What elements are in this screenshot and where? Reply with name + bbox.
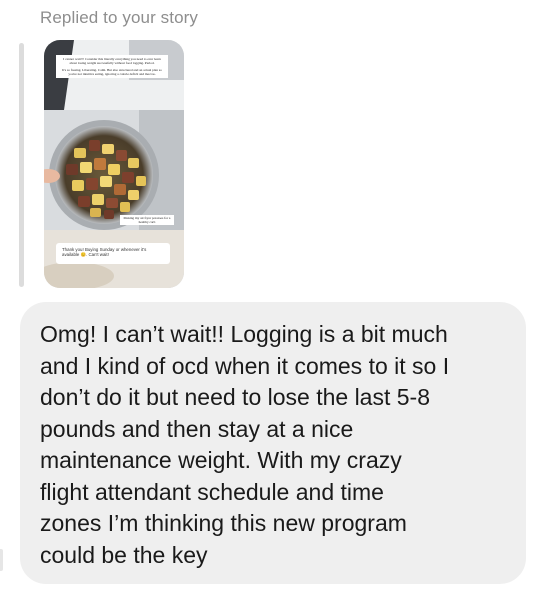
- story-text-card: I cannot wait!!! Consider this literally…: [56, 55, 168, 79]
- message-bubble[interactable]: Omg! I can’t wait!! Logging is a bit muc…: [20, 302, 526, 584]
- story-thumbnail[interactable]: I cannot wait!!! Consider this literally…: [44, 40, 184, 288]
- story-text-line-2: It's so freeing. Liberating. Calm. But a…: [62, 68, 162, 77]
- story-reply-card: Thank you! Buying Sunday or whenever it'…: [56, 243, 170, 264]
- message-text: Omg! I can’t wait!! Logging is a bit muc…: [40, 321, 450, 568]
- story-text-line-1: I cannot wait!!! Consider this literally…: [63, 57, 161, 66]
- reply-quote-bar: [19, 43, 24, 287]
- story-caption: Making my air fryer potatoes for a healt…: [120, 215, 174, 226]
- replied-to-story-label: Replied to your story: [40, 8, 199, 27]
- scroll-edge-indicator: [0, 549, 3, 571]
